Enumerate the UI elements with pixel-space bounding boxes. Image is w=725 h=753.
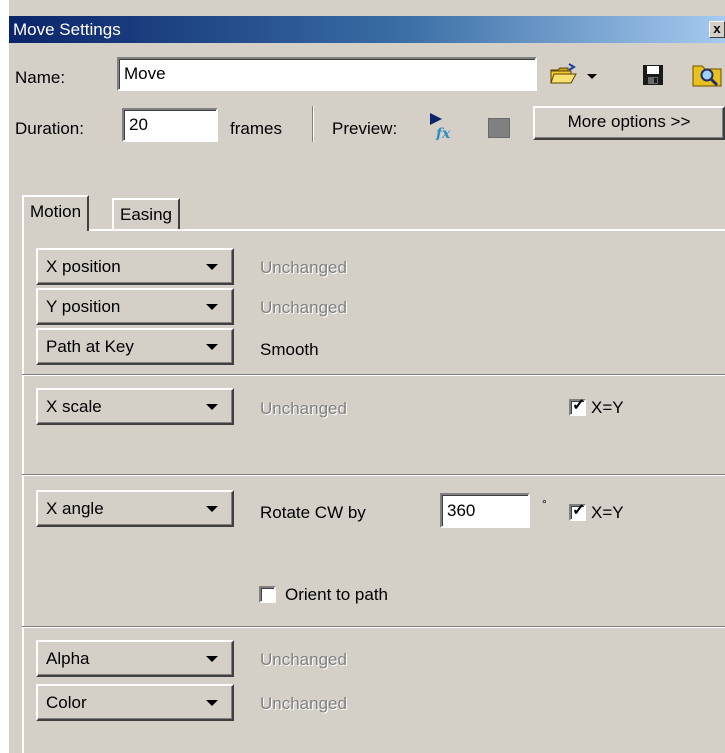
toolbar-separator — [312, 106, 314, 142]
path-at-key-dropdown-label: Path at Key — [46, 337, 134, 356]
orient-to-path-label: Orient to path — [285, 585, 389, 604]
rotation-xy-lock-checkbox[interactable]: ✓ — [569, 502, 586, 521]
folder-open-icon[interactable] — [547, 61, 603, 87]
rotation-xy-lock-label: X=Y — [591, 503, 624, 522]
rotation-degrees-input[interactable] — [440, 493, 530, 528]
y-position-dropdown-label: Y position — [46, 297, 121, 316]
group-divider — [22, 474, 725, 476]
tab-motion[interactable]: Motion — [22, 195, 90, 231]
scale-xy-lock-label: X=Y — [591, 398, 624, 417]
checkmark-icon: ✓ — [572, 502, 586, 519]
duration-label: Duration: — [15, 119, 84, 138]
stop-preview-icon[interactable] — [488, 118, 510, 138]
y-position-dropdown[interactable]: Y position — [36, 288, 234, 325]
chevron-down-icon — [206, 264, 218, 270]
chevron-down-icon — [206, 656, 218, 662]
alpha-dropdown[interactable]: Alpha — [36, 640, 234, 677]
x-scale-value: Unchanged — [260, 399, 347, 418]
folder-search-icon[interactable] — [691, 60, 725, 88]
path-at-key-dropdown[interactable]: Path at Key — [36, 328, 234, 365]
alpha-value: Unchanged — [260, 650, 347, 669]
x-scale-dropdown-label: X scale — [46, 397, 102, 416]
color-value: Unchanged — [260, 694, 347, 713]
alpha-dropdown-label: Alpha — [46, 649, 90, 668]
x-scale-dropdown[interactable]: X scale — [36, 388, 234, 425]
orient-to-path-checkbox[interactable] — [259, 586, 276, 603]
color-dropdown-label: Color — [46, 693, 87, 712]
x-position-value: Unchanged — [260, 258, 347, 277]
path-at-key-value: Smooth — [260, 340, 319, 359]
group-divider — [22, 626, 725, 628]
preview-play-icon[interactable]: fx — [427, 112, 457, 142]
checkmark-icon: ✓ — [572, 397, 586, 414]
move-settings-panel: Move Settings x Name: Duration: frame — [9, 0, 725, 753]
group-divider — [22, 374, 725, 376]
window-title: Move Settings — [13, 20, 121, 39]
rotate-direction-label: Rotate CW by — [260, 503, 366, 522]
degree-symbol: ° — [542, 497, 547, 511]
title-bar: Move Settings x — [9, 16, 725, 43]
name-label: Name: — [15, 68, 66, 87]
x-angle-dropdown-label: X angle — [46, 499, 104, 518]
preview-label: Preview: — [332, 119, 398, 138]
duration-input[interactable] — [122, 108, 218, 142]
color-dropdown[interactable]: Color — [36, 684, 234, 721]
y-position-value: Unchanged — [260, 298, 347, 317]
frames-label: frames — [230, 119, 282, 138]
name-input[interactable] — [117, 57, 537, 91]
more-options-button[interactable]: More options >> — [533, 106, 725, 140]
save-icon[interactable] — [642, 64, 664, 86]
close-button[interactable]: x — [709, 21, 725, 38]
x-position-dropdown-label: X position — [46, 257, 121, 276]
tab-easing[interactable]: Easing — [112, 198, 180, 231]
chevron-down-icon — [206, 344, 218, 350]
chevron-down-icon — [206, 700, 218, 706]
x-angle-dropdown[interactable]: X angle — [36, 490, 234, 527]
chevron-down-icon — [206, 506, 218, 512]
scale-xy-lock-checkbox[interactable]: ✓ — [569, 397, 586, 416]
svg-text:fx: fx — [435, 126, 451, 140]
chevron-down-icon — [206, 404, 218, 410]
chevron-down-icon — [206, 304, 218, 310]
x-position-dropdown[interactable]: X position — [36, 248, 234, 285]
